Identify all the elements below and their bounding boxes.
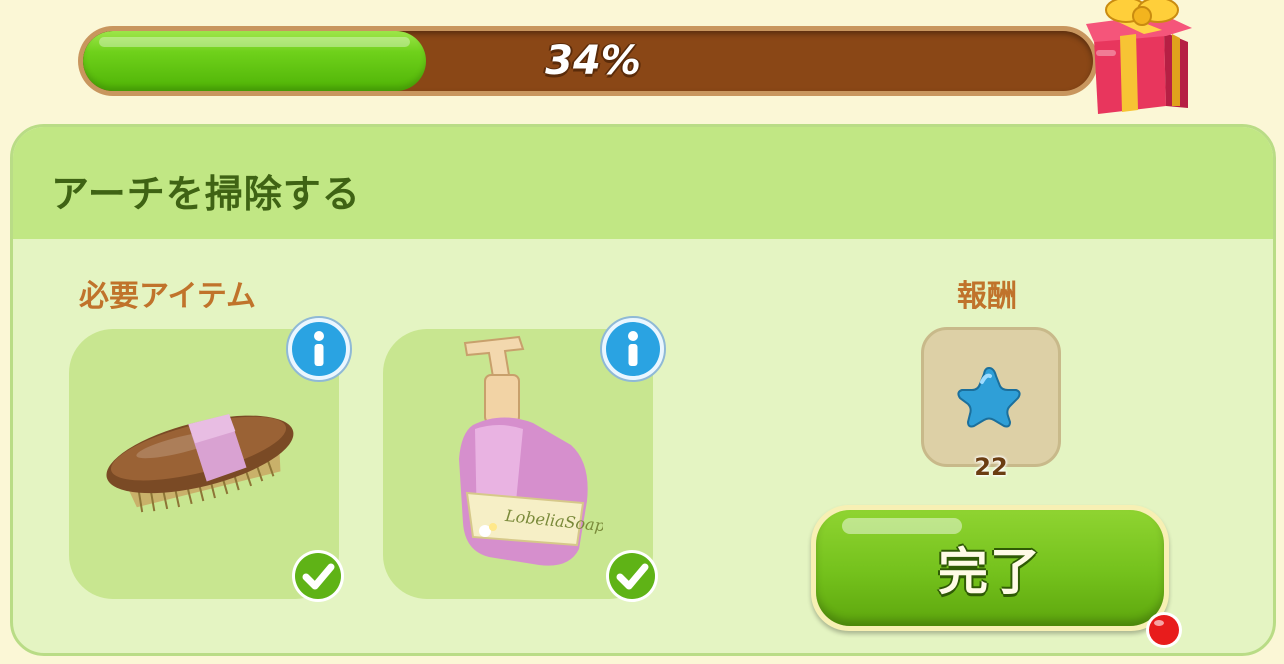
gift-box-icon[interactable] — [1080, 0, 1196, 120]
progress-track: 34% — [83, 31, 1093, 91]
blue-star-icon — [957, 366, 1021, 428]
task-title: アーチを掃除する — [51, 172, 361, 216]
task-progress-bar: 34% — [78, 26, 1098, 96]
complete-button-face: 完了 — [816, 510, 1164, 626]
panel-header: アーチを掃除する — [13, 127, 1273, 239]
complete-button[interactable]: 完了 — [811, 505, 1169, 631]
soap-bottle-icon: LobeliaSoap — [459, 335, 603, 566]
required-item-soap[interactable]: LobeliaSoap — [383, 316, 666, 602]
info-icon[interactable] — [285, 315, 353, 383]
check-icon — [292, 550, 344, 602]
reward-label: 報酬 — [957, 279, 1017, 314]
required-item-brush[interactable] — [69, 316, 352, 602]
complete-button-label: 完了 — [938, 543, 1042, 601]
required-items-label: 必要アイテム — [79, 279, 256, 314]
reward-count: 22 — [974, 453, 1008, 481]
notification-dot-icon — [1146, 612, 1182, 648]
check-icon — [606, 550, 658, 602]
brush-icon — [106, 414, 294, 513]
reward-slot[interactable] — [921, 327, 1061, 467]
info-icon[interactable] — [599, 315, 667, 383]
progress-percent: 34% — [545, 38, 641, 84]
task-panel: アーチを掃除する 必要アイテム 報酬 LobeliaSoap 22 完了 — [10, 124, 1276, 656]
